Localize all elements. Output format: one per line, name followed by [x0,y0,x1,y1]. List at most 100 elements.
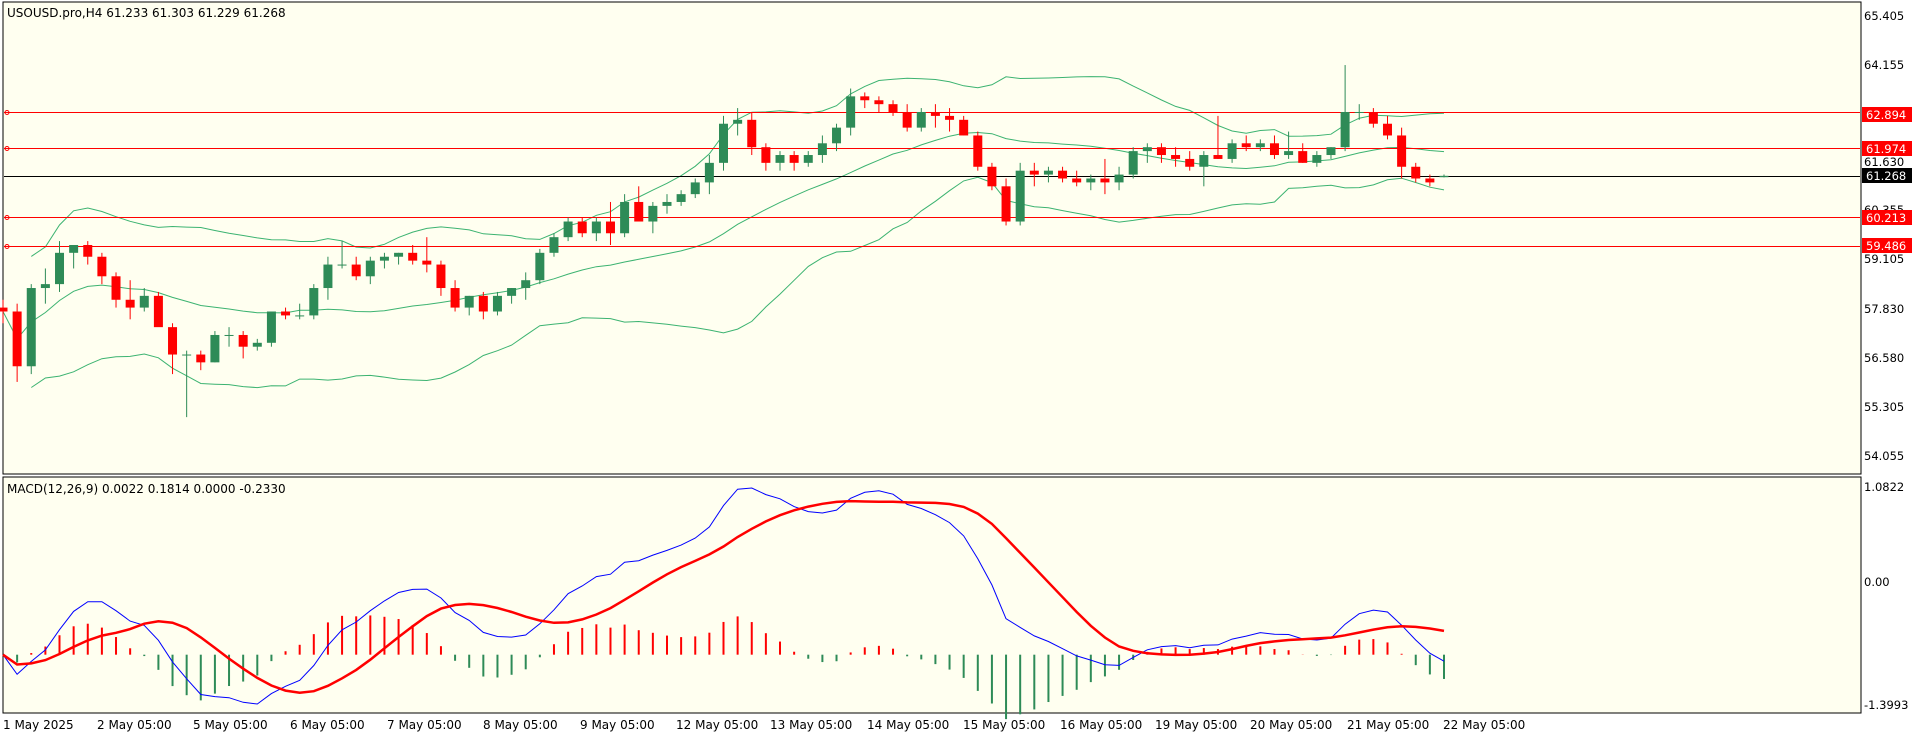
chart-header: USOUSD.pro,H4 61.233 61.303 61.229 61.26… [7,6,286,20]
level-tag-text: 61.268 [1866,169,1906,183]
bull-candle [563,221,573,238]
bull-candle [394,252,404,257]
bull-candle [55,252,65,285]
bull-candle [365,260,375,277]
bear-candle [945,115,955,120]
bear-candle [1241,143,1251,148]
bull-candle [1255,143,1265,148]
bear-candle [930,111,940,116]
time-label: 6 May 05:00 [290,718,365,732]
bull-candle [662,201,672,206]
bull-candle [817,143,827,156]
price-label: 55.305 [1864,400,1904,414]
bull-candle [719,123,728,163]
chart-canvas[interactable]: 65.405 64.155 61.630 60.355 59.105 57.83… [0,0,1916,737]
bull-candle [591,221,601,234]
bull-candle [620,201,630,234]
price-label: 65.405 [1864,9,1904,23]
time-label: 12 May 05:00 [676,718,758,732]
bull-candle [775,155,785,163]
price-label: 64.155 [1864,58,1904,72]
bull-candle [40,284,50,289]
bull-candle [309,288,319,316]
bull-candle [535,252,545,281]
bull-candle [139,295,149,308]
bull-candle [1340,111,1350,148]
bear-candle [1001,186,1011,222]
level-tag-text: 62.894 [1866,108,1906,122]
bear-candle [605,221,615,234]
price-label: 57.830 [1864,302,1904,316]
bear-candle [450,288,460,308]
level-tag-text: 59.486 [1866,239,1906,253]
bull-candle [1439,175,1449,178]
macd-scale-label: 1.0822 [1864,480,1904,494]
bull-candle [704,162,714,183]
bull-candle [648,205,658,222]
bear-candle [436,264,446,289]
bull-candle [549,237,559,253]
bear-candle [1411,166,1421,179]
bear-candle [153,295,163,328]
bear-candle [747,119,757,148]
bear-candle [168,327,178,355]
bear-candle [860,96,870,101]
time-label: 14 May 05:00 [867,718,949,732]
bear-candle [422,260,432,265]
bull-candle [379,256,389,261]
time-label: 22 May 05:00 [1443,718,1525,732]
bear-candle [577,221,587,234]
macd-scale-label: 0.00 [1864,575,1890,589]
trading-chart[interactable]: 65.405 64.155 61.630 60.355 59.105 57.83… [0,0,1916,737]
bull-candle [1227,143,1237,159]
level-tag-text: 60.213 [1866,211,1906,225]
bull-candle [521,280,531,289]
bear-candle [125,299,135,308]
time-label: 13 May 05:00 [770,718,852,732]
bull-candle [1142,147,1152,152]
bear-candle [959,119,969,136]
bull-candle [1199,155,1209,167]
bear-candle [1269,143,1279,156]
bear-candle [12,311,22,367]
bull-candle [832,127,842,144]
bear-candle [1029,170,1039,175]
bear-candle [1425,178,1435,183]
bear-candle [351,264,361,277]
bull-candle [492,295,502,312]
bull-candle [916,111,926,128]
time-label: 7 May 05:00 [387,718,462,732]
time-label: 20 May 05:00 [1250,718,1332,732]
bull-candle [210,334,220,363]
bear-candle [987,166,997,187]
bear-candle [1298,151,1308,163]
bear-candle [789,155,799,163]
bear-candle [196,354,206,363]
bull-candle [733,119,743,124]
bull-candle [337,264,347,266]
bull-candle [1086,178,1096,183]
bull-candle [69,244,79,253]
bull-candle [507,288,517,296]
bull-candle [676,194,686,202]
macd-header: MACD(12,26,9) 0.0022 0.1814 0.0000 -0.23… [7,482,286,496]
bear-candle [1171,155,1181,159]
bear-candle [1368,111,1378,124]
bull-candle [266,311,276,343]
time-label: 15 May 05:00 [963,718,1045,732]
bear-candle [0,307,8,312]
bull-candle [1015,170,1025,222]
bull-candle [323,264,333,289]
bear-candle [478,295,488,312]
bear-candle [97,256,107,277]
time-label: 1 May 2025 [3,718,74,732]
price-panel[interactable] [2,1,1862,475]
bull-candle [846,96,856,128]
macd-panel[interactable] [2,476,1862,714]
bear-candle [634,201,644,222]
bull-candle [1114,174,1124,183]
bear-candle [902,111,912,128]
bull-candle [803,155,813,163]
bear-candle [1100,178,1110,183]
bull-candle [1043,170,1053,175]
